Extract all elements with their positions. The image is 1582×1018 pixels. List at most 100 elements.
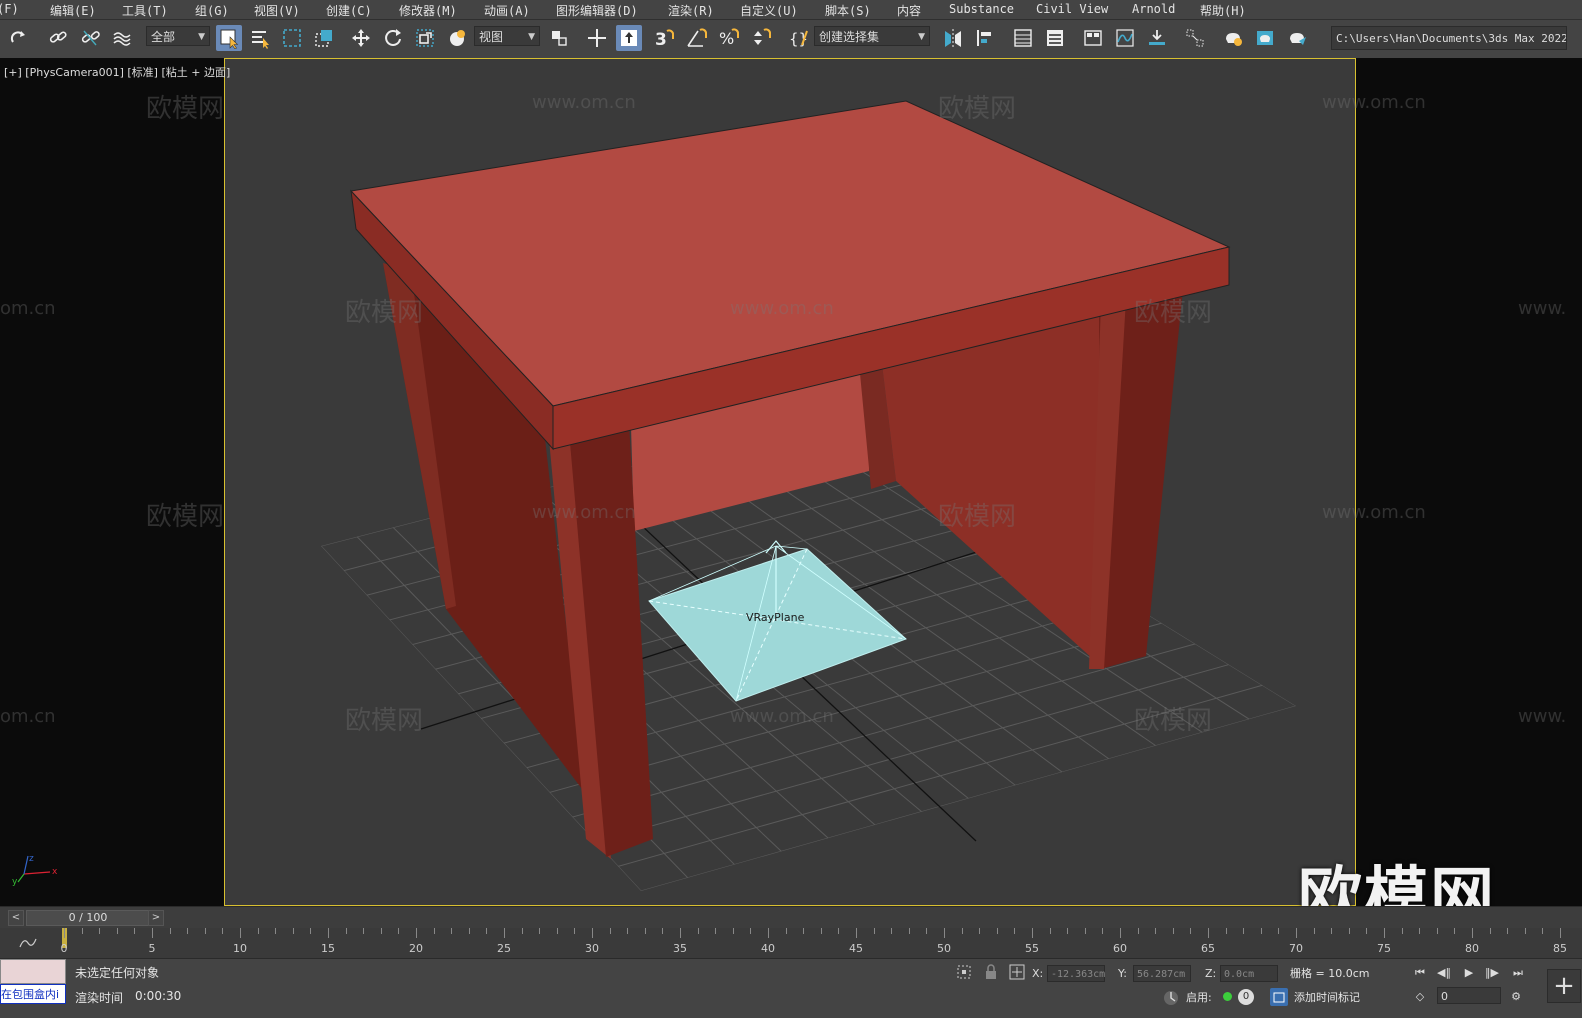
track-tick — [345, 928, 347, 934]
key-mode-icon[interactable]: ◇ — [1412, 989, 1428, 1005]
track-tick — [785, 928, 787, 934]
render-production-icon[interactable] — [1284, 25, 1310, 51]
isolate-selection-icon[interactable] — [955, 963, 973, 981]
lock-selection-icon[interactable] — [982, 963, 1000, 981]
curve-editor-mini-icon[interactable] — [18, 934, 38, 948]
placement-icon[interactable] — [444, 25, 470, 51]
camera-viewport[interactable]: VRayPlane — [224, 58, 1356, 906]
menu-graph-editors[interactable]: 图形编辑器(D) — [556, 2, 638, 19]
redo-icon[interactable] — [6, 25, 32, 51]
add-time-tag-button[interactable]: 添加时间标记 — [1294, 989, 1360, 1005]
spinner-snap-icon[interactable] — [747, 25, 773, 51]
unlink-icon[interactable] — [77, 25, 103, 51]
material-editor-icon[interactable] — [1182, 25, 1208, 51]
play-icon[interactable]: ▶ — [1461, 965, 1477, 981]
time-slider[interactable]: < 0 / 100 > — [0, 906, 1582, 929]
menu-modifiers[interactable]: 修改器(M) — [399, 2, 457, 19]
track-tick — [556, 928, 558, 934]
track-tick — [1401, 928, 1403, 934]
absolute-mode-icon[interactable] — [1008, 963, 1026, 981]
menu-civil-view[interactable]: Civil View — [1036, 2, 1108, 16]
x-coord-label: X: — [1032, 967, 1044, 980]
time-tag-icon[interactable] — [1270, 988, 1288, 1006]
menu-animation[interactable]: 动画(A) — [484, 2, 530, 19]
go-to-end-icon[interactable]: ⏭ — [1510, 965, 1526, 981]
maxscript-listener-mini[interactable] — [0, 959, 66, 984]
next-frame-button[interactable]: > — [148, 910, 164, 926]
x-coord-field[interactable]: -12.363cm — [1047, 965, 1105, 982]
render-time-label: 渲染时间 — [75, 991, 124, 1005]
current-frame-field[interactable]: 0 — [1437, 987, 1501, 1004]
viewport-label[interactable]: [+] [PhysCamera001] [标准] [粘土 + 边面] — [4, 64, 230, 80]
mirror-icon[interactable] — [940, 25, 966, 51]
time-config-icon[interactable]: ⚙ — [1508, 989, 1524, 1005]
z-coord-field[interactable]: 0.0cm — [1220, 965, 1278, 982]
align-icon[interactable] — [972, 25, 998, 51]
project-path-field[interactable]: C:\Users\Han\Documents\3ds Max 2022 — [1331, 26, 1567, 50]
pivot-center-icon[interactable] — [546, 25, 572, 51]
rendered-frame-window-icon[interactable] — [1252, 25, 1278, 51]
menu-create[interactable]: 创建(C) — [326, 2, 372, 19]
toggle-ribbon-icon[interactable] — [1080, 25, 1106, 51]
menu-bar: (F) 编辑(E) 工具(T) 组(G) 视图(V) 创建(C) 修改器(M) … — [0, 0, 1582, 20]
select-by-name-icon[interactable] — [247, 25, 273, 51]
axis-y-label: y — [12, 877, 18, 886]
track-tick — [732, 928, 734, 934]
chevron-down-icon: ▼ — [528, 32, 535, 42]
selection-filter-dropdown[interactable]: 全部 ▼ — [146, 26, 210, 46]
schematic-view-icon[interactable] — [1144, 25, 1170, 51]
menu-substance[interactable]: Substance — [949, 2, 1014, 16]
previous-frame-icon[interactable]: ◀‖ — [1436, 965, 1452, 981]
menu-customize[interactable]: 自定义(U) — [740, 2, 798, 19]
menu-edit[interactable]: 编辑(E) — [50, 2, 96, 19]
curve-editor-icon[interactable] — [1112, 25, 1138, 51]
named-selection-dropdown[interactable]: 创建选择集 ▼ — [814, 26, 930, 46]
menu-views[interactable]: 视图(V) — [254, 2, 300, 19]
scale-icon[interactable] — [412, 25, 438, 51]
reference-coordinate-dropdown[interactable]: 视图 ▼ — [474, 26, 540, 46]
move-icon[interactable] — [348, 25, 374, 51]
y-coord-field[interactable]: 56.287cm — [1133, 965, 1191, 982]
angle-snap-icon[interactable] — [683, 25, 709, 51]
maxscript-mini-link[interactable]: 在包围盒内i — [0, 984, 66, 1004]
menu-file[interactable]: (F) — [0, 2, 19, 16]
percent-snap-icon[interactable]: % — [715, 25, 741, 51]
adaptive-degradation-icon[interactable] — [1162, 989, 1180, 1007]
prev-frame-button[interactable]: < — [8, 910, 24, 926]
track-bar-ruler[interactable]: 0 5 10 15 20 25 30 35 40 45 50 55 60 65 70 75 80 85 — [61, 928, 1572, 958]
track-tick — [592, 928, 593, 938]
menu-rendering[interactable]: 渲染(R) — [668, 2, 714, 19]
menu-tools[interactable]: 工具(T) — [122, 2, 168, 19]
render-setup-icon[interactable] — [1220, 25, 1246, 51]
select-object-icon[interactable] — [216, 25, 242, 51]
track-tick — [662, 928, 664, 934]
edit-named-selection-icon[interactable]: {} — [785, 25, 811, 51]
track-tick-label: 35 — [673, 942, 687, 955]
track-tick — [1067, 928, 1069, 934]
next-frame-icon[interactable]: ‖▶ — [1484, 965, 1500, 981]
track-tick-label: 45 — [849, 942, 863, 955]
menu-scripting[interactable]: 脚本(S) — [825, 2, 871, 19]
link-icon[interactable] — [45, 25, 71, 51]
time-slider-thumb[interactable]: 0 / 100 — [26, 910, 150, 926]
menu-arnold[interactable]: Arnold — [1132, 2, 1175, 16]
set-key-button[interactable]: + — [1547, 969, 1581, 1003]
track-tick — [363, 928, 365, 934]
keyboard-shortcut-override-icon[interactable] — [616, 25, 642, 51]
track-bar[interactable]: 0 5 10 15 20 25 30 35 40 45 50 55 60 65 70 75 80 85 — [0, 928, 1582, 958]
menu-group[interactable]: 组(G) — [195, 2, 229, 19]
bind-space-warp-icon[interactable] — [109, 25, 135, 51]
snaps-toggle-icon[interactable]: 3 — [651, 25, 677, 51]
go-to-start-icon[interactable]: ⏮ — [1412, 965, 1428, 981]
select-manipulate-icon[interactable] — [584, 25, 610, 51]
rectangular-selection-icon[interactable] — [279, 25, 305, 51]
menu-content[interactable]: 内容 — [897, 2, 921, 19]
layer-explorer-icon[interactable] — [1042, 25, 1068, 51]
scene-explorer-icon[interactable] — [1010, 25, 1036, 51]
track-tick — [257, 928, 259, 934]
track-tick — [574, 928, 576, 934]
window-crossing-icon[interactable] — [311, 25, 337, 51]
rotate-icon[interactable] — [380, 25, 406, 51]
render-time-value: 0:00:30 — [135, 989, 182, 1003]
menu-help[interactable]: 帮助(H) — [1200, 2, 1246, 19]
